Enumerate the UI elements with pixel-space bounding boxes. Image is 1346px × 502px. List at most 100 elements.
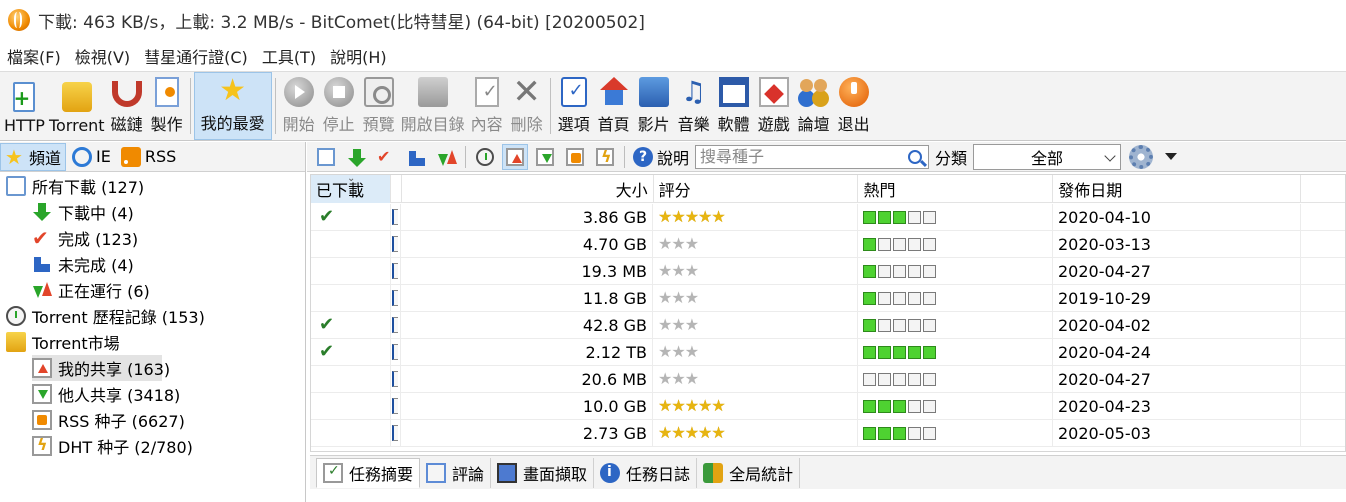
tab-task-summary[interactable]: 任務摘要 <box>316 457 421 488</box>
help-icon[interactable]: ? <box>633 146 653 167</box>
menu-comet-pass[interactable]: 彗星通行證(C) <box>137 44 255 68</box>
make-torrent-button[interactable]: 製作 <box>147 72 187 140</box>
games-button[interactable]: 遊戲 <box>754 72 794 140</box>
table-row[interactable]: 11.8 GB ★★★ 2019-10-29 <box>311 284 1345 312</box>
filter-my-share-button[interactable] <box>502 143 528 170</box>
tree-completed[interactable]: ✔ 完成 (123) <box>32 225 138 251</box>
column-header-size[interactable]: 大小 <box>402 175 654 203</box>
rating-stars: ★★★★★ <box>658 398 726 414</box>
movies-button[interactable]: 影片 <box>634 72 674 140</box>
tree-torrent-market[interactable]: Torrent市場 <box>6 329 120 355</box>
table-row[interactable]: 10.0 GB ★★★★★ 2020-04-23 <box>311 392 1345 420</box>
tree-all-downloads[interactable]: 所有下載 (127) <box>6 173 144 199</box>
home-button[interactable]: 首頁 <box>594 72 634 140</box>
help-label[interactable]: 說明 <box>657 145 689 169</box>
downloaded-cell <box>311 365 391 393</box>
search-box[interactable] <box>695 144 930 169</box>
star-icon: ★ <box>684 369 699 388</box>
category-select[interactable]: 全部 <box>973 143 1122 170</box>
tree-downloading[interactable]: 下載中 (4) <box>32 199 134 225</box>
search-input[interactable] <box>696 146 897 167</box>
table-row[interactable]: ✔ 3.86 GB ★★★★★ 2020-04-10 <box>311 203 1345 231</box>
tree-rss-seeds[interactable]: RSS 种子 (6627) <box>32 407 185 433</box>
downloaded-cell <box>311 392 391 420</box>
menu-view[interactable]: 檢視(V) <box>68 44 137 68</box>
tree-torrent-market-label: Torrent市場 <box>32 334 120 353</box>
filter-all-button[interactable] <box>313 144 339 170</box>
tab-ie[interactable]: IE <box>68 143 115 171</box>
popularity-block <box>863 426 876 440</box>
rating-cell: ★★★ <box>653 284 858 312</box>
toolbar-separator <box>549 78 551 134</box>
gear-icon[interactable] <box>1129 144 1154 169</box>
popularity-block <box>893 237 906 251</box>
start-button[interactable]: 開始 <box>279 72 319 140</box>
filler-cell <box>1301 420 1345 447</box>
tree-my-share[interactable]: 我的共享 (163) <box>32 355 170 381</box>
filler-cell <box>1301 393 1345 420</box>
forum-label: 論壇 <box>797 115 830 134</box>
magnet-button[interactable]: 磁鏈 <box>107 72 147 140</box>
column-header-type[interactable] <box>391 175 402 203</box>
magnet-icon <box>111 81 142 107</box>
downloaded-cell <box>311 284 391 312</box>
open-directory-button[interactable]: 開啟目錄 <box>399 72 467 140</box>
filter-others-share-button[interactable] <box>532 144 558 170</box>
popularity-block <box>893 345 906 359</box>
forum-button[interactable]: 論壇 <box>794 72 834 140</box>
content-button[interactable]: 內容 <box>467 72 507 140</box>
tab-comments[interactable]: 評論 <box>420 457 492 488</box>
stop-button[interactable]: 停止 <box>319 72 359 140</box>
popularity-block <box>863 210 876 224</box>
tree-running[interactable]: 正在運行 (6) <box>32 277 150 303</box>
filter-dht-button[interactable] <box>592 144 618 170</box>
menu-tools[interactable]: 工具(T) <box>255 44 323 68</box>
tab-screenshots[interactable]: 畫面擷取 <box>491 457 595 488</box>
filter-history-button[interactable] <box>472 144 498 170</box>
filter-running-button[interactable] <box>433 144 459 170</box>
preview-button[interactable]: 預覽 <box>359 72 399 140</box>
preview-icon <box>363 77 394 107</box>
all-downloads-icon <box>6 176 26 196</box>
menu-file[interactable]: 檔案(F) <box>0 44 68 68</box>
filter-incomplete-button[interactable] <box>403 144 429 170</box>
tree-incomplete-label: 未完成 (4) <box>58 256 134 275</box>
table-row[interactable]: 20.6 MB ★★★ 2020-04-27 <box>311 365 1345 393</box>
tab-global-stats[interactable]: 全局統計 <box>697 457 801 488</box>
tab-channels[interactable]: ★ 頻道 <box>0 142 67 171</box>
info-icon <box>600 462 621 483</box>
delete-button[interactable]: ✕ 刪除 <box>507 72 547 140</box>
table-row[interactable]: 19.3 MB ★★★ 2020-04-27 <box>311 257 1345 285</box>
table-row[interactable]: 2.73 GB ★★★★★ 2020-05-03 <box>311 419 1345 447</box>
column-header-date[interactable]: 發佈日期 <box>1053 175 1302 203</box>
search-icon[interactable] <box>908 149 923 164</box>
my-share-icon <box>506 147 524 166</box>
filter-completed-button[interactable]: ✔ <box>373 144 399 170</box>
tree-dht-seeds[interactable]: DHT 种子 (2/780) <box>32 433 193 459</box>
file-type-cell <box>391 257 401 285</box>
column-header-rating[interactable]: 評分 <box>654 175 859 203</box>
tree-incomplete[interactable]: 未完成 (4) <box>32 251 134 277</box>
exit-button[interactable]: 退出 <box>834 72 874 140</box>
table-row[interactable]: ✔ 2.12 TB ★★★ 2020-04-24 <box>311 338 1345 366</box>
menu-help[interactable]: 說明(H) <box>323 44 394 68</box>
software-button[interactable]: 軟體 <box>714 72 754 140</box>
tab-task-log[interactable]: 任務日誌 <box>594 457 698 488</box>
torrent-button[interactable]: Torrent <box>47 72 107 140</box>
filter-downloading-button[interactable] <box>343 144 369 170</box>
music-button[interactable]: ♫ 音樂 <box>674 72 714 140</box>
favorites-button[interactable]: ★ 我的最愛 <box>193 72 272 140</box>
tree-others-share[interactable]: 他人共享 (3418) <box>32 381 180 407</box>
column-header-popularity[interactable]: 熱門 <box>858 175 1054 203</box>
tree-torrent-history[interactable]: Torrent 歷程記錄 (153) <box>6 303 205 329</box>
options-button[interactable]: 選項 <box>554 72 594 140</box>
rating-cell: ★★★ <box>653 365 858 393</box>
table-row[interactable]: ✔ 42.8 GB ★★★ 2020-04-02 <box>311 311 1345 339</box>
tab-rss[interactable]: RSS <box>117 143 180 171</box>
dropdown-arrow-icon[interactable] <box>1165 153 1178 160</box>
table-row[interactable]: 4.70 GB ★★★ 2020-03-13 <box>311 230 1345 258</box>
column-header-downloaded[interactable]: 已下載 ⌄ <box>311 175 391 203</box>
size-cell: 11.8 GB <box>401 284 653 312</box>
filter-rss-button[interactable] <box>562 144 588 170</box>
http-button[interactable]: HTTP <box>2 72 47 140</box>
